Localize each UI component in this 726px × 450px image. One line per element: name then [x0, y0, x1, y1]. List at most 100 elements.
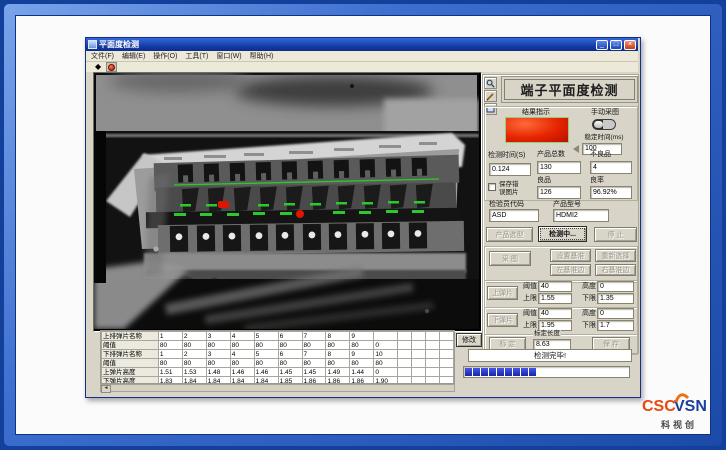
table-cell[interactable]: 1.51: [158, 368, 182, 377]
defect-field[interactable]: 4: [590, 161, 632, 174]
table-cell[interactable]: 80: [230, 341, 254, 350]
table-cell[interactable]: [440, 359, 454, 368]
upper-lowlimit-field[interactable]: 1.35: [597, 293, 634, 304]
table-cell[interactable]: 2: [182, 332, 206, 341]
table-cell[interactable]: 80: [230, 359, 254, 368]
table-cell[interactable]: 8: [326, 350, 350, 359]
menu-tools[interactable]: 工具(T): [185, 51, 208, 61]
table-cell[interactable]: [426, 341, 440, 350]
table-cell[interactable]: [426, 350, 440, 359]
upper-height-field[interactable]: 0: [597, 281, 634, 292]
table-cell[interactable]: 80: [278, 359, 302, 368]
right-reference-button[interactable]: 右基准边: [595, 264, 636, 276]
upper-uplimit-field[interactable]: 1.55: [538, 293, 572, 304]
table-cell[interactable]: 1.84: [230, 377, 254, 385]
table-cell[interactable]: 1.45: [302, 368, 326, 377]
table-cell[interactable]: 1.85: [278, 377, 302, 385]
table-cell[interactable]: 1.49: [326, 368, 350, 377]
table-cell[interactable]: 1.46: [230, 368, 254, 377]
run-arrow-icon[interactable]: ◆: [95, 63, 101, 71]
table-cell[interactable]: [440, 377, 454, 385]
lower-threshold-field[interactable]: 40: [538, 308, 572, 319]
table-cell[interactable]: 80: [206, 341, 230, 350]
table-cell[interactable]: [440, 350, 454, 359]
table-cell[interactable]: [412, 350, 426, 359]
table-cell[interactable]: 6: [278, 350, 302, 359]
table-cell[interactable]: 1.53: [182, 368, 206, 377]
table-cell[interactable]: 3: [206, 350, 230, 359]
product-select-button[interactable]: 产品选型: [486, 227, 533, 242]
time-slider-icon[interactable]: [573, 145, 579, 153]
table-cell[interactable]: 1.86: [302, 377, 326, 385]
close-button[interactable]: ×: [624, 40, 636, 50]
table-cell[interactable]: 80: [350, 341, 374, 350]
table-cell[interactable]: 1.84: [254, 377, 278, 385]
table-cell[interactable]: 4: [230, 332, 254, 341]
menu-window[interactable]: 窗口(W): [216, 51, 241, 61]
capture-button[interactable]: 采 图: [489, 251, 531, 266]
table-cell[interactable]: 80: [326, 359, 350, 368]
lower-spring-button[interactable]: 下弹片: [487, 313, 518, 327]
table-cell[interactable]: 80: [254, 341, 278, 350]
modify-button[interactable]: 修改: [456, 333, 482, 347]
table-cell[interactable]: [426, 332, 440, 341]
table-cell[interactable]: [412, 368, 426, 377]
table-cell[interactable]: [412, 341, 426, 350]
left-reference-button[interactable]: 左基准边: [550, 264, 591, 276]
stop-button[interactable]: 停 止: [594, 227, 637, 242]
table-cell[interactable]: [426, 359, 440, 368]
detect-time-field[interactable]: 0.124: [489, 163, 531, 176]
manual-capture-toggle[interactable]: [592, 119, 616, 130]
table-cell[interactable]: 9: [350, 332, 374, 341]
table-cell[interactable]: 80: [158, 359, 182, 368]
table-cell[interactable]: 80: [302, 359, 326, 368]
upper-spring-button[interactable]: 上弹片: [487, 286, 518, 300]
table-cell[interactable]: [398, 377, 412, 385]
scroll-left-icon[interactable]: ◄: [101, 385, 111, 393]
table-cell[interactable]: 5: [254, 350, 278, 359]
reselect-button[interactable]: 重新选择: [595, 249, 636, 262]
table-cell[interactable]: 8: [326, 332, 350, 341]
table-cell[interactable]: 0: [374, 341, 398, 350]
table-cell[interactable]: 80: [326, 341, 350, 350]
table-cell[interactable]: 10: [374, 350, 398, 359]
table-cell[interactable]: 1.90: [374, 377, 398, 385]
table-cell[interactable]: 1.46: [254, 368, 278, 377]
lower-lowlimit-field[interactable]: 1.7: [597, 320, 634, 331]
pan-tool-button[interactable]: [484, 90, 497, 102]
zoom-tool-button[interactable]: [484, 77, 497, 89]
table-cell[interactable]: [398, 368, 412, 377]
inspector-code-field[interactable]: ASD: [489, 209, 539, 222]
minimize-button[interactable]: _: [596, 40, 608, 50]
table-cell[interactable]: 7: [302, 350, 326, 359]
table-cell[interactable]: 80: [254, 359, 278, 368]
table-cell[interactable]: 80: [182, 359, 206, 368]
product-model-field[interactable]: HDMI2: [553, 209, 609, 222]
table-cell[interactable]: [398, 341, 412, 350]
table-cell[interactable]: 1.45: [278, 368, 302, 377]
table-cell[interactable]: 5: [254, 332, 278, 341]
menu-file[interactable]: 文件(F): [91, 51, 114, 61]
table-cell[interactable]: [440, 332, 454, 341]
menu-operate[interactable]: 操作(O): [153, 51, 177, 61]
table-cell[interactable]: 9: [350, 350, 374, 359]
table-cell[interactable]: 1.83: [158, 377, 182, 385]
table-cell[interactable]: [426, 377, 440, 385]
table-cell[interactable]: 80: [206, 359, 230, 368]
yield-field[interactable]: 96.92%: [590, 186, 632, 199]
camera-image-display[interactable]: [93, 72, 482, 332]
save-error-checkbox[interactable]: [488, 183, 496, 191]
table-cell[interactable]: [412, 359, 426, 368]
good-field[interactable]: 126: [537, 186, 581, 199]
table-cell[interactable]: [398, 332, 412, 341]
menu-help[interactable]: 帮助(H): [250, 51, 274, 61]
table-cell[interactable]: 1.84: [182, 377, 206, 385]
table-cell[interactable]: 80: [278, 341, 302, 350]
table-cell[interactable]: [440, 341, 454, 350]
table-hscrollbar[interactable]: ◄: [100, 384, 455, 392]
table-cell[interactable]: [398, 359, 412, 368]
table-cell[interactable]: 1.86: [326, 377, 350, 385]
detecting-button[interactable]: 检测中...: [538, 226, 587, 242]
table-cell[interactable]: 1.86: [350, 377, 374, 385]
table-cell[interactable]: 6: [278, 332, 302, 341]
